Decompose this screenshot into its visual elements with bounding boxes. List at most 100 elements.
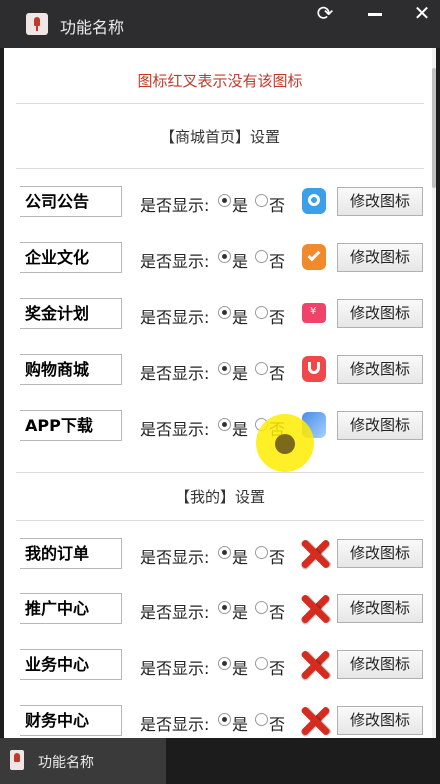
show-label: 是否显示: — [140, 715, 210, 734]
radio-yes-label: 是 — [232, 196, 249, 215]
radio-yes[interactable] — [218, 306, 231, 319]
divider — [16, 472, 424, 473]
edit-icon-button[interactable]: 修改图标 — [337, 594, 423, 623]
show-label: 是否显示: — [140, 308, 210, 327]
radio-no-label: 否 — [269, 659, 286, 678]
settings-panel: 图标红叉表示没有该图标 【商城首页】设置 公司公告 是否显示: 是 否 修改图标… — [4, 48, 436, 738]
edit-icon-button[interactable]: 修改图标 — [337, 299, 423, 328]
radio-yes-label: 是 — [232, 603, 249, 622]
radio-yes[interactable] — [218, 713, 231, 726]
settings-row: 公司公告 是否显示: 是 否 修改图标 — [4, 186, 436, 218]
show-label: 是否显示: — [140, 548, 210, 567]
radio-yes-label: 是 — [232, 420, 249, 439]
cursor-icon — [275, 434, 295, 454]
radio-no-label: 否 — [269, 548, 286, 567]
edit-icon-button[interactable]: 修改图标 — [337, 706, 423, 735]
item-name-field[interactable]: APP下载 — [20, 410, 122, 441]
culture-icon — [302, 244, 326, 270]
item-name-field[interactable]: 企业文化 — [20, 242, 122, 273]
refresh-icon[interactable]: ⟳ — [307, 0, 343, 30]
settings-row: 奖金计划 是否显示: 是 否 ¥ 修改图标 — [4, 298, 436, 330]
edit-icon-button[interactable]: 修改图标 — [337, 187, 423, 216]
item-name-field[interactable]: 财务中心 — [20, 705, 122, 736]
taskbar: 功能名称 — [0, 738, 440, 784]
shop-icon — [302, 356, 326, 382]
show-label: 是否显示: — [140, 420, 210, 439]
radio-yes[interactable] — [218, 657, 231, 670]
show-label: 是否显示: — [140, 603, 210, 622]
edit-icon-button[interactable]: 修改图标 — [337, 650, 423, 679]
radio-no[interactable] — [255, 362, 268, 375]
radio-no[interactable] — [255, 306, 268, 319]
radio-no-label: 否 — [269, 364, 286, 383]
mine-section-title: 【我的】设置 — [174, 488, 265, 506]
item-name-field[interactable]: 购物商城 — [20, 354, 122, 385]
radio-yes-label: 是 — [232, 308, 249, 327]
item-name-field[interactable]: 我的订单 — [20, 538, 122, 569]
missing-x-icon — [298, 705, 332, 737]
missing-x-icon — [298, 649, 332, 681]
scroll-thumb[interactable] — [432, 68, 436, 188]
radio-yes-label: 是 — [232, 548, 249, 567]
item-name-field[interactable]: 业务中心 — [20, 649, 122, 680]
settings-row: 财务中心 是否显示: 是 否 修改图标 — [4, 705, 436, 737]
settings-row: 推广中心 是否显示: 是 否 修改图标 — [4, 593, 436, 625]
bonus-icon: ¥ — [302, 303, 326, 323]
settings-row: 业务中心 是否显示: 是 否 修改图标 — [4, 649, 436, 681]
radio-no-label: 否 — [269, 196, 286, 215]
missing-x-icon — [298, 538, 332, 570]
radio-no-label: 否 — [269, 252, 286, 271]
radio-yes[interactable] — [218, 601, 231, 614]
radio-yes-label: 是 — [232, 252, 249, 271]
item-name-field[interactable]: 奖金计划 — [20, 298, 122, 329]
title-bar: 功能名称 ⟳ ✕ — [0, 0, 440, 48]
radio-no[interactable] — [255, 546, 268, 559]
missing-x-icon — [298, 593, 332, 625]
radio-yes[interactable] — [218, 362, 231, 375]
item-name-field[interactable]: 推广中心 — [20, 593, 122, 624]
radio-no[interactable] — [255, 601, 268, 614]
settings-row: 我的订单 是否显示: 是 否 修改图标 — [4, 538, 436, 570]
radio-yes[interactable] — [218, 418, 231, 431]
vertical-scrollbar[interactable] — [432, 48, 436, 738]
radio-yes-label: 是 — [232, 659, 249, 678]
radio-no-label: 否 — [269, 603, 286, 622]
settings-row: APP下载 是否显示: 是 否 修改图标 — [4, 410, 436, 442]
radio-yes-label: 是 — [232, 364, 249, 383]
minimize-icon — [368, 13, 382, 16]
divider — [16, 168, 424, 169]
home-section-title: 【商城首页】设置 — [159, 128, 280, 146]
radio-yes[interactable] — [218, 250, 231, 263]
divider — [16, 520, 424, 521]
taskbar-item[interactable]: 功能名称 — [0, 738, 166, 784]
edit-icon-button[interactable]: 修改图标 — [337, 411, 423, 440]
item-name-field[interactable]: 公司公告 — [20, 186, 122, 217]
settings-row: 企业文化 是否显示: 是 否 修改图标 — [4, 242, 436, 274]
show-label: 是否显示: — [140, 364, 210, 383]
app-icon — [26, 13, 48, 35]
radio-no[interactable] — [255, 713, 268, 726]
radio-no-label: 否 — [269, 715, 286, 734]
radio-yes-label: 是 — [232, 715, 249, 734]
edit-icon-button[interactable]: 修改图标 — [337, 539, 423, 568]
divider — [16, 103, 424, 104]
show-label: 是否显示: — [140, 659, 210, 678]
show-label: 是否显示: — [140, 196, 210, 215]
show-label: 是否显示: — [140, 252, 210, 271]
radio-yes[interactable] — [218, 194, 231, 207]
app-icon — [10, 750, 24, 770]
taskbar-item-label: 功能名称 — [38, 755, 94, 771]
radio-no[interactable] — [255, 657, 268, 670]
radio-no-label: 否 — [269, 308, 286, 327]
minimize-button[interactable] — [357, 0, 393, 30]
settings-row: 购物商城 是否显示: 是 否 修改图标 — [4, 354, 436, 386]
radio-yes[interactable] — [218, 546, 231, 559]
missing-icon-note: 图标红叉表示没有该图标 — [137, 72, 303, 90]
edit-icon-button[interactable]: 修改图标 — [337, 355, 423, 384]
close-button[interactable]: ✕ — [404, 0, 440, 30]
notice-icon — [302, 188, 326, 214]
radio-no[interactable] — [255, 250, 268, 263]
edit-icon-button[interactable]: 修改图标 — [337, 243, 423, 272]
window-title: 功能名称 — [60, 18, 125, 37]
radio-no[interactable] — [255, 194, 268, 207]
